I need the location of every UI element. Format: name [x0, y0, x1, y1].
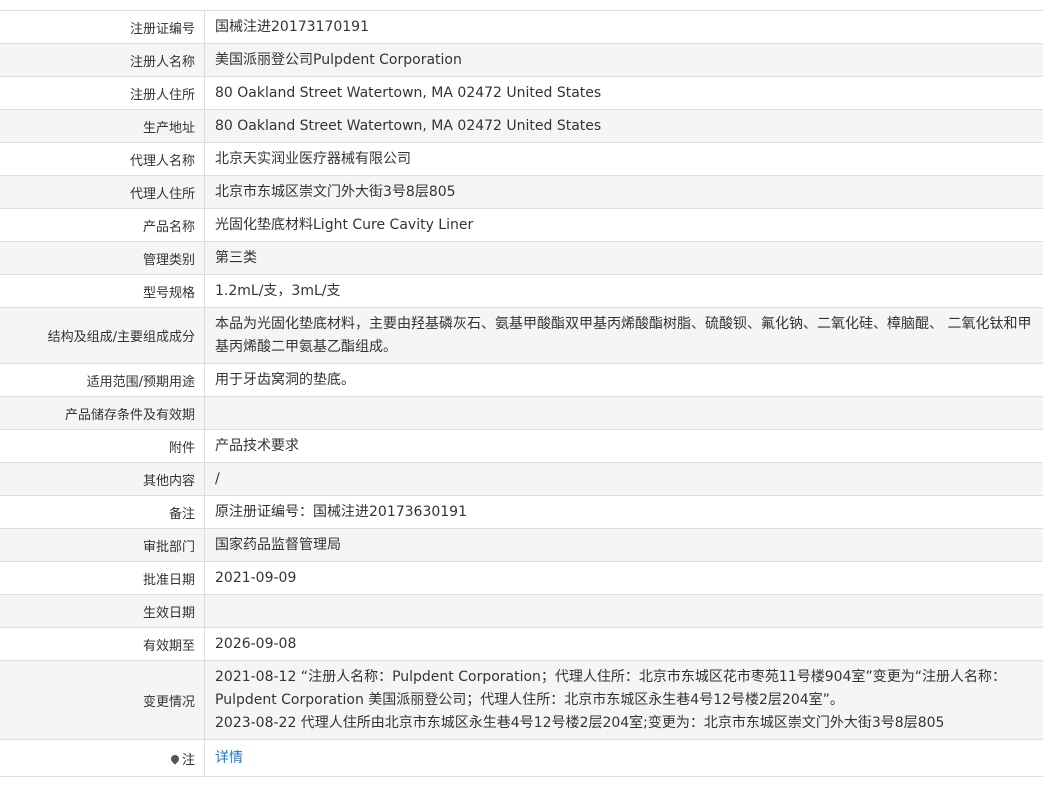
row-value [204, 396, 1043, 430]
row-value: 北京市东城区崇文门外大街3号8层805 [204, 175, 1043, 209]
change-entry: 2021-08-12 “注册人名称：Pulpdent Corporation；代… [215, 668, 1006, 708]
row-label: 批准日期 [0, 561, 205, 595]
row-agent-address: 代理人住所 北京市东城区崇文门外大街3号8层805 [0, 175, 1043, 209]
row-product-name: 产品名称 光固化垫底材料Light Cure Cavity Liner [0, 208, 1043, 242]
row-production-address: 生产地址 80 Oakland Street Watertown, MA 024… [0, 109, 1043, 143]
row-model-spec: 型号规格 1.2mL/支，3mL/支 [0, 274, 1043, 308]
row-label: 备注 [0, 495, 205, 529]
row-other-content: 其他内容 / [0, 462, 1043, 496]
row-approval-date: 批准日期 2021-09-09 [0, 561, 1043, 595]
row-label: 型号规格 [0, 274, 205, 308]
row-registrant-address: 注册人住所 80 Oakland Street Watertown, MA 02… [0, 76, 1043, 110]
row-value: 2026-09-08 [204, 627, 1043, 661]
row-value: 用于牙齿窝洞的垫底。 [204, 363, 1043, 397]
row-value: 80 Oakland Street Watertown, MA 02472 Un… [204, 109, 1043, 143]
row-value: / [204, 462, 1043, 496]
row-registration-number: 注册证编号 国械注进20173170191 [0, 10, 1043, 44]
row-label: 注册人名称 [0, 43, 205, 77]
row-label: 注 [181, 752, 195, 768]
row-value: 光固化垫底材料Light Cure Cavity Liner [204, 208, 1043, 242]
location-pin-icon [169, 752, 181, 765]
row-valid-until: 有效期至 2026-09-08 [0, 627, 1043, 661]
row-label: 产品储存条件及有效期 [0, 396, 205, 430]
row-value: 国家药品监督管理局 [204, 528, 1043, 562]
note-value: 详情 [204, 739, 1043, 777]
row-label: 附件 [0, 429, 205, 463]
note-label-cell: 注 [0, 739, 205, 777]
row-value: 2021-09-09 [204, 561, 1043, 595]
row-value: 国械注进20173170191 [204, 10, 1043, 44]
row-label: 审批部门 [0, 528, 205, 562]
row-label: 其他内容 [0, 462, 205, 496]
row-effective-date: 生效日期 [0, 594, 1043, 628]
row-agent-name: 代理人名称 北京天实润业医疗器械有限公司 [0, 142, 1043, 176]
change-history-value: 2021-08-12 “注册人名称：Pulpdent Corporation；代… [204, 660, 1043, 740]
row-label: 管理类别 [0, 241, 205, 275]
row-note: 注 详情 [0, 739, 1043, 777]
row-composition: 结构及组成/主要组成成分 本品为光固化垫底材料，主要由羟基磷灰石、氨基甲酸酯双甲… [0, 307, 1043, 364]
row-value: 1.2mL/支，3mL/支 [204, 274, 1043, 308]
row-label: 变更情况 [0, 660, 205, 740]
row-value: 80 Oakland Street Watertown, MA 02472 Un… [204, 76, 1043, 110]
row-value: 北京天实润业医疗器械有限公司 [204, 142, 1043, 176]
row-value: 原注册证编号：国械注进20173630191 [204, 495, 1043, 529]
row-value: 本品为光固化垫底材料，主要由羟基磷灰石、氨基甲酸酯双甲基丙烯酸酯树脂、硫酸钡、氟… [204, 307, 1043, 364]
row-value: 第三类 [204, 241, 1043, 275]
row-registrant-name: 注册人名称 美国派丽登公司Pulpdent Corporation [0, 43, 1043, 77]
row-label: 生产地址 [0, 109, 205, 143]
row-value: 产品技术要求 [204, 429, 1043, 463]
row-label: 产品名称 [0, 208, 205, 242]
row-label: 结构及组成/主要组成成分 [0, 307, 205, 364]
row-intended-use: 适用范围/预期用途 用于牙齿窝洞的垫底。 [0, 363, 1043, 397]
row-remarks: 备注 原注册证编号：国械注进20173630191 [0, 495, 1043, 529]
row-label: 注册人住所 [0, 76, 205, 110]
details-link[interactable]: 详情 [215, 750, 243, 766]
change-entry: 2023-08-22 代理人住所由北京市东城区永生巷4号12号楼2层204室;变… [215, 714, 945, 731]
row-label: 注册证编号 [0, 10, 205, 44]
row-storage-validity: 产品储存条件及有效期 [0, 396, 1043, 430]
registration-detail-table: 注册证编号 国械注进20173170191 注册人名称 美国派丽登公司Pulpd… [0, 10, 1043, 777]
row-change-history: 变更情况 2021-08-12 “注册人名称：Pulpdent Corporat… [0, 660, 1043, 740]
row-label: 适用范围/预期用途 [0, 363, 205, 397]
row-label: 有效期至 [0, 627, 205, 661]
row-attachment: 附件 产品技术要求 [0, 429, 1043, 463]
row-management-category: 管理类别 第三类 [0, 241, 1043, 275]
row-label: 代理人住所 [0, 175, 205, 209]
row-value [204, 594, 1043, 628]
row-approval-department: 审批部门 国家药品监督管理局 [0, 528, 1043, 562]
row-label: 代理人名称 [0, 142, 205, 176]
row-label: 生效日期 [0, 594, 205, 628]
row-value: 美国派丽登公司Pulpdent Corporation [204, 43, 1043, 77]
